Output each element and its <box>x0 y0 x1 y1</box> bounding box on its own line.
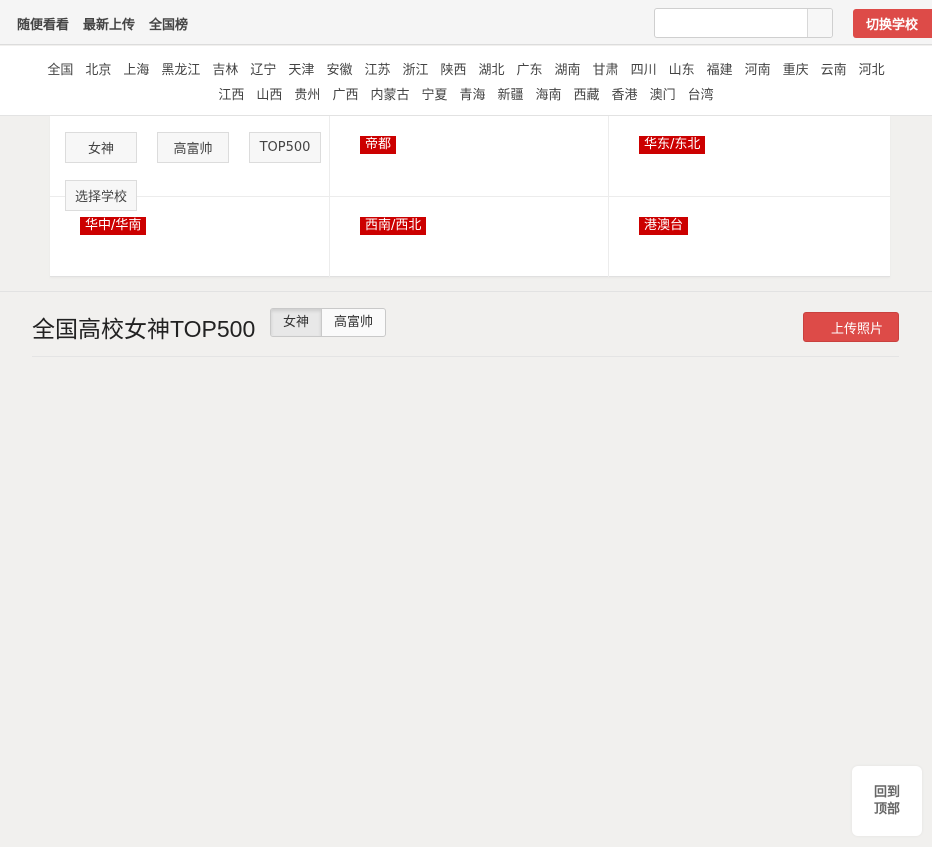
region-link[interactable]: 黑龙江 <box>155 59 206 78</box>
tag-east-northeast[interactable]: 华东/东北 <box>639 136 706 154</box>
region-link[interactable]: 广西 <box>326 84 364 103</box>
toggle-goddess[interactable]: 女神 <box>271 309 323 336</box>
search-input[interactable] <box>655 9 807 37</box>
region-filter: 全国 北京 上海 黑龙江 吉林 辽宁 天津 安徽 江苏 浙江 陕西 湖北 广东 湖南 甘肃 四川 山东 福建 河南重… <box>0 46 932 116</box>
region-link[interactable]: 吉林 <box>206 59 244 78</box>
region-link[interactable]: 河南 <box>739 59 777 78</box>
title-divider <box>32 356 899 357</box>
region-link[interactable]: 重庆 <box>777 59 815 78</box>
tag-central-south[interactable]: 华中/华南 <box>80 217 147 235</box>
region-link[interactable]: 贵州 <box>288 84 326 103</box>
top-nav: 随便看看 最新上传 全国榜 <box>17 14 188 33</box>
school-selector-panel: 女神 高富帅 TOP500 选择学校 帝都 华东/东北 华中/华南 西南/西北 … <box>50 116 890 277</box>
top500-button[interactable]: TOP500 <box>249 132 321 163</box>
region-link[interactable]: 澳门 <box>644 84 682 103</box>
region-link[interactable]: 辽宁 <box>244 59 282 78</box>
toggle-handsome[interactable]: 高富帅 <box>322 309 385 336</box>
region-link[interactable]: 云南 <box>815 59 853 78</box>
region-link[interactable]: 广东 <box>511 59 549 78</box>
region-link[interactable]: 西藏 <box>568 84 606 103</box>
region-link[interactable]: 江苏 <box>358 59 396 78</box>
category-toggle: 女神 高富帅 <box>270 308 387 337</box>
tag-hk-macau-taiwan[interactable]: 港澳台 <box>639 217 689 235</box>
nav-national-rank[interactable]: 全国榜 <box>149 14 188 33</box>
panel-divider <box>50 196 890 197</box>
region-link[interactable]: 内蒙古 <box>364 84 415 103</box>
region-link[interactable]: 陕西 <box>434 59 472 78</box>
top-bar: 随便看看 最新上传 全国榜 切换学校 <box>0 0 932 45</box>
search-button[interactable] <box>807 9 832 37</box>
back-to-top-line1: 回到 <box>873 785 900 800</box>
region-link[interactable]: 台湾 <box>682 84 720 103</box>
region-link[interactable]: 浙江 <box>396 59 434 78</box>
back-to-top-line2: 顶部 <box>873 802 900 817</box>
page-title: 全国高校女神TOP500 <box>32 316 256 342</box>
region-link[interactable]: 海南 <box>530 84 568 103</box>
region-row-2: 江西 山西 贵州 广西 内蒙古 宁夏 青海 新疆 海南 西藏 香港 澳门 台湾 <box>0 84 932 103</box>
tag-southwest-northwest[interactable]: 西南/西北 <box>360 217 427 235</box>
region-link[interactable]: 福建 <box>701 59 739 78</box>
select-school-button[interactable]: 选择学校 <box>65 180 137 211</box>
switch-school-button[interactable]: 切换学校 <box>853 9 932 38</box>
region-link[interactable]: 宁夏 <box>415 84 453 103</box>
search-box <box>654 8 833 38</box>
region-link[interactable]: 安徽 <box>320 59 358 78</box>
region-link[interactable]: 上海 <box>117 59 155 78</box>
back-to-top-label: 回到 顶部 <box>874 784 900 818</box>
region-link[interactable]: 山西 <box>250 84 288 103</box>
back-to-top-button[interactable]: 回到 顶部 <box>852 766 922 836</box>
tag-capital[interactable]: 帝都 <box>360 136 397 154</box>
region-link[interactable]: 北京 <box>79 59 117 78</box>
region-link[interactable]: 香港 <box>606 84 644 103</box>
handsome-button[interactable]: 高富帅 <box>157 132 229 163</box>
region-link[interactable]: 新疆 <box>492 84 530 103</box>
nav-latest[interactable]: 最新上传 <box>83 14 135 33</box>
region-link[interactable]: 山东 <box>663 59 701 78</box>
region-link[interactable]: 湖南 <box>549 59 587 78</box>
region-link[interactable]: 四川 <box>625 59 663 78</box>
region-link[interactable]: 全国 <box>41 59 79 78</box>
region-link[interactable]: 江西 <box>212 84 250 103</box>
region-link[interactable]: 湖北 <box>473 59 511 78</box>
nav-random[interactable]: 随便看看 <box>17 14 69 33</box>
section-divider <box>0 291 932 292</box>
region-link[interactable]: 天津 <box>282 59 320 78</box>
goddess-button[interactable]: 女神 <box>65 132 137 163</box>
region-link[interactable]: 青海 <box>453 84 491 103</box>
region-row-1: 全国 北京 上海 黑龙江 吉林 辽宁 天津 安徽 江苏 浙江 陕西 湖北 广东 湖南 甘肃 四川 山东 福建 河南重… <box>0 59 932 78</box>
region-link[interactable]: 甘肃 <box>587 59 625 78</box>
region-link[interactable]: 河北 <box>853 59 891 78</box>
upload-photo-button[interactable]: 上传照片 <box>803 312 899 342</box>
